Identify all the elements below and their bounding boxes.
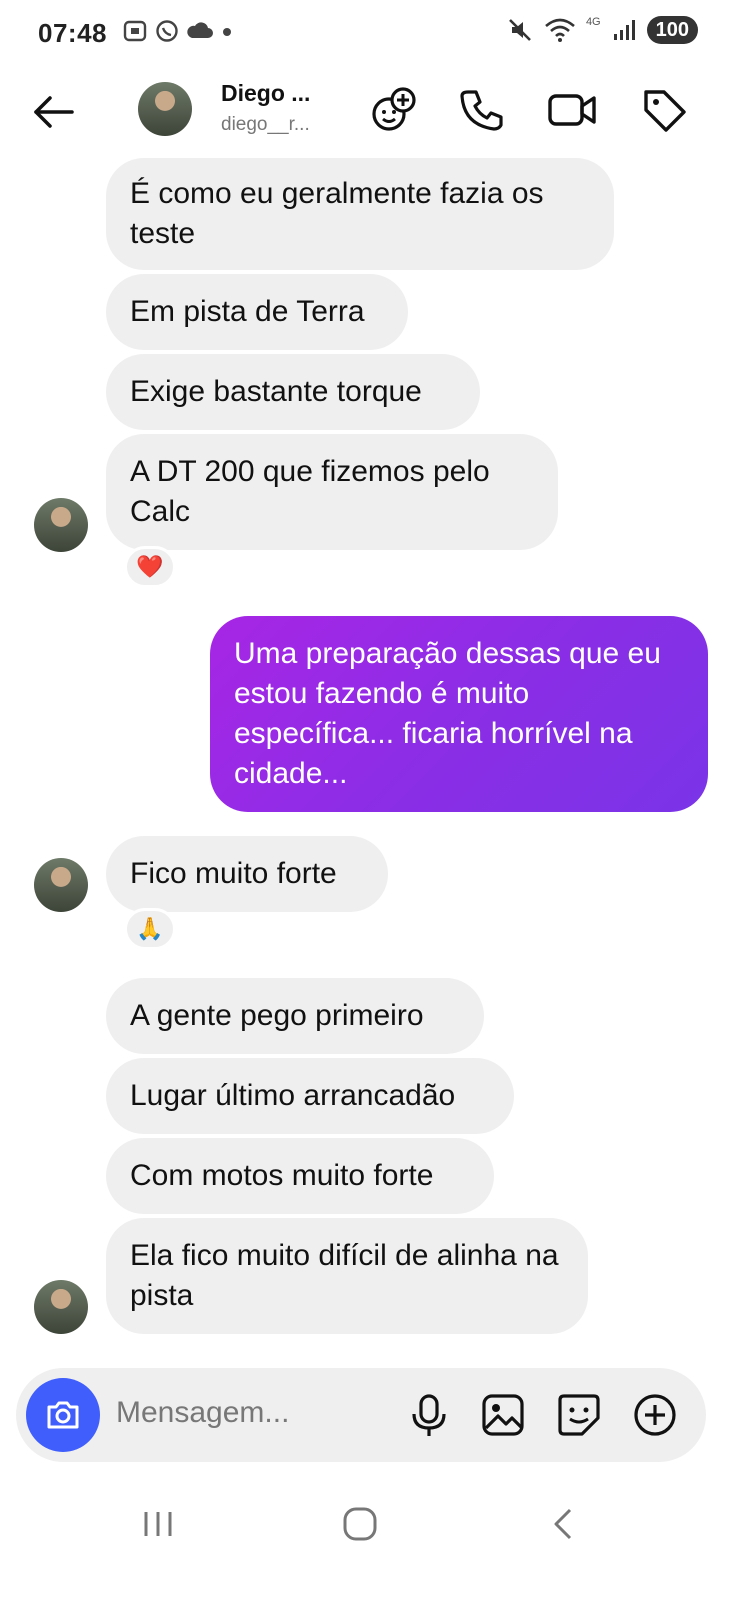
message-sent[interactable]: Uma preparação dessas que eu estou fazen… <box>210 616 708 812</box>
message-received[interactable]: É como eu geralmente fazia os teste <box>106 158 614 270</box>
whatsapp-icon <box>156 20 178 42</box>
sender-avatar[interactable] <box>34 858 88 912</box>
message-text: Lugar último arrancadão <box>130 1079 456 1112</box>
dot-icon <box>223 28 231 36</box>
battery-indicator: 100 <box>646 16 698 44</box>
screenshot-icon <box>123 20 147 42</box>
message-text: Exige bastante torque <box>130 375 422 408</box>
message-received[interactable]: A gente pego primeiro <box>106 978 484 1054</box>
camera-icon <box>47 1401 79 1429</box>
contact-name[interactable]: Diego ... <box>221 80 310 107</box>
network-type: 4G <box>585 16 601 28</box>
reaction-emoji: 🙏 <box>136 916 164 941</box>
message-received[interactable]: Fico muito forte <box>106 836 388 912</box>
reaction-heart[interactable]: ❤️ <box>124 546 176 588</box>
message-received[interactable]: A DT 200 que fizemos pelo Calc <box>106 434 558 550</box>
contact-avatar[interactable] <box>138 82 192 136</box>
status-bar: 07:48 4G 100 <box>0 0 738 70</box>
message-text: A DT 200 que fizemos pelo Calc <box>130 455 490 528</box>
cloud-icon <box>187 22 213 38</box>
message-received[interactable]: Com motos muito forte <box>106 1138 494 1214</box>
home-icon[interactable] <box>342 1504 378 1544</box>
status-notification-icons <box>122 18 234 44</box>
mic-icon[interactable] <box>404 1390 454 1440</box>
back-nav-icon[interactable] <box>550 1504 578 1544</box>
phone-icon[interactable] <box>455 84 507 136</box>
contact-username[interactable]: diego__r... <box>221 114 310 136</box>
message-received[interactable]: Lugar último arrancadão <box>106 1058 514 1134</box>
status-time: 07:48 <box>38 18 107 48</box>
message-received[interactable]: Exige bastante torque <box>106 354 480 430</box>
system-navigation-bar <box>0 1480 738 1600</box>
sender-avatar[interactable] <box>34 498 88 552</box>
signal-icon <box>613 20 635 40</box>
message-text: A gente pego primeiro <box>130 999 424 1032</box>
wifi-icon <box>545 18 575 42</box>
message-thread[interactable]: É como eu geralmente fazia os teste Em p… <box>0 158 738 1368</box>
plus-icon[interactable] <box>630 1390 680 1440</box>
message-received[interactable]: Ela fico muito difícil de alinha na pist… <box>106 1218 588 1334</box>
back-arrow-icon[interactable] <box>30 88 78 136</box>
gallery-icon[interactable] <box>478 1390 528 1440</box>
message-text: É como eu geralmente fazia os teste <box>130 177 544 250</box>
message-text: Uma preparação dessas que eu estou fazen… <box>234 637 661 790</box>
message-input[interactable]: Mensagem... <box>116 1396 289 1430</box>
status-system-icons: 4G 100 <box>506 16 698 44</box>
message-composer[interactable]: Mensagem... <box>16 1368 706 1462</box>
recent-apps-icon[interactable] <box>142 1504 174 1544</box>
message-text: Ela fico muito difícil de alinha na pist… <box>130 1239 559 1312</box>
reaction-emoji: ❤️ <box>136 554 164 579</box>
message-text: Fico muito forte <box>130 857 337 890</box>
reaction-pray[interactable]: 🙏 <box>124 908 176 950</box>
message-received[interactable]: Em pista de Terra <box>106 274 408 350</box>
tag-icon[interactable] <box>638 84 690 136</box>
mute-icon <box>509 19 531 41</box>
sticker-icon[interactable] <box>554 1390 604 1440</box>
add-friend-icon[interactable] <box>367 84 419 136</box>
video-icon[interactable] <box>546 84 598 136</box>
message-text: Com motos muito forte <box>130 1159 434 1192</box>
camera-button[interactable] <box>26 1378 100 1452</box>
chat-header: Diego ... diego__r... <box>0 70 738 158</box>
message-text: Em pista de Terra <box>130 295 365 328</box>
sender-avatar[interactable] <box>34 1280 88 1334</box>
